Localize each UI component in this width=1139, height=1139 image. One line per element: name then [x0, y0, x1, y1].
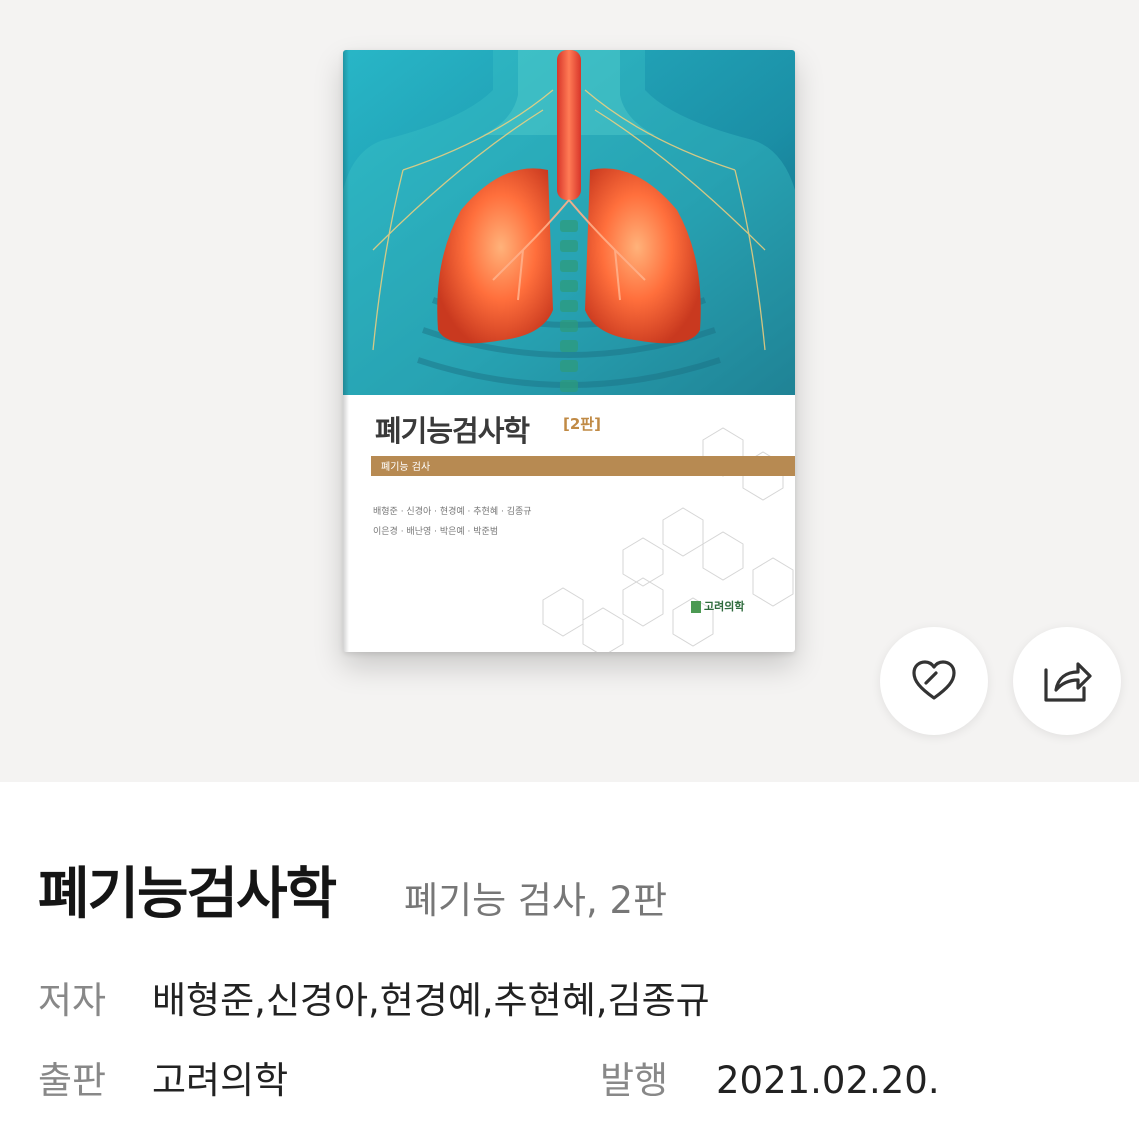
- book-spine-shade: [343, 50, 349, 652]
- cover-publisher-name: 고려의학: [704, 600, 745, 613]
- publisher-value[interactable]: 고려의학: [152, 1056, 288, 1106]
- cover-edition: [2판]: [563, 415, 601, 433]
- publisher-logo-icon: [691, 601, 701, 613]
- publisher-label: 출판: [38, 1059, 107, 1102]
- cover-authors-line1: 배형준 · 신경아 · 현경예 · 추현혜 · 김종규: [373, 507, 532, 517]
- cover-hexagon-pattern: [542, 427, 794, 652]
- book-subtitle: 폐기능 검사, 2판: [404, 879, 668, 922]
- cover-authors-line2: 이은경 · 배난영 · 박은예 · 박준범: [373, 527, 499, 537]
- published-date-label: 발행: [600, 1059, 669, 1102]
- author-label: 저자: [38, 979, 107, 1022]
- cover-illustration: [343, 50, 795, 395]
- cover-band: 폐기능 검사: [371, 456, 795, 476]
- cover-title: 폐기능검사학: [375, 414, 530, 448]
- author-value[interactable]: 배형준,신경아,현경예,추현혜,김종규: [152, 976, 710, 1026]
- cover-publisher: 고려의학: [691, 598, 744, 614]
- cover-band-label: 폐기능 검사: [381, 462, 431, 473]
- share-button[interactable]: [1013, 627, 1121, 735]
- heart-outline-icon: [912, 660, 956, 700]
- book-cover[interactable]: 폐기능검사학 [2판] 폐기능 검사 배형준 · 신경아 · 현경예 · 추현혜…: [343, 50, 795, 652]
- published-date-value: 2021.02.20.: [716, 1059, 940, 1102]
- book-image-area: 폐기능검사학 [2판] 폐기능 검사 배형준 · 신경아 · 현경예 · 추현혜…: [0, 0, 1139, 782]
- cover-authors: 배형준 · 신경아 · 현경예 · 추현혜 · 김종규 이은경 · 배난영 · …: [373, 502, 532, 542]
- share-arrow-icon: [1044, 662, 1092, 702]
- book-title: 폐기능검사학: [38, 862, 337, 927]
- like-button[interactable]: [880, 627, 988, 735]
